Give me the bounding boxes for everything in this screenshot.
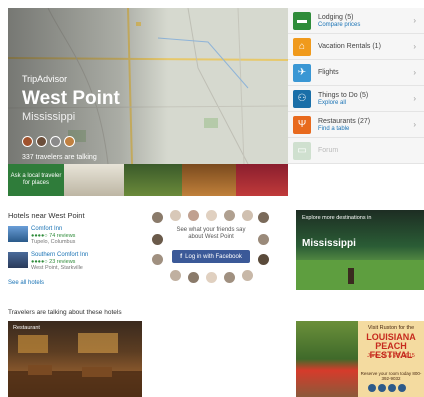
chevron-right-icon: › — [413, 68, 416, 77]
binoculars-icon: ⚇ — [293, 89, 311, 108]
hotel-name[interactable]: Comfort Inn — [31, 226, 62, 232]
chevron-right-icon: › — [413, 16, 416, 25]
menu-label: Vacation Rentals (1) — [318, 43, 381, 50]
traveler-avatars — [22, 136, 75, 147]
friend-avatar — [170, 270, 181, 281]
avatar[interactable] — [22, 136, 33, 147]
hotel-item[interactable]: Southern Comfort Inn ●●●●○ 23 reviews We… — [8, 252, 138, 274]
twitter-icon[interactable] — [378, 384, 386, 392]
category-menu: ▬ Lodging (5) Compare prices › ⌂ Vacation… — [288, 8, 424, 164]
menu-sublabel: Explore all — [318, 99, 347, 106]
menu-label: Forum — [318, 147, 339, 154]
menu-item-flights[interactable]: ✈ Flights › — [288, 60, 424, 86]
photo-tile[interactable] — [124, 164, 182, 196]
brand-label: TripAdvisor — [22, 74, 68, 84]
hotels-heading: Hotels near West Point — [8, 211, 85, 220]
photo-tile[interactable] — [64, 164, 124, 196]
menu-item-restaurants[interactable]: Ψ Restaurants (27) Find a table › — [288, 112, 424, 138]
menu-sublabel: Compare prices — [318, 21, 361, 28]
friend-avatar — [258, 234, 269, 245]
ad-grass — [296, 260, 424, 290]
talking-heading: Travelers are talking about these hotels — [8, 309, 122, 316]
friend-avatar — [224, 272, 235, 283]
avatar[interactable] — [50, 136, 61, 147]
page: TripAdvisor West Point Mississippi 337 t… — [0, 0, 424, 397]
friend-avatar — [224, 210, 235, 221]
hotel-thumbnail[interactable] — [8, 252, 28, 268]
menu-item-things-to-do[interactable]: ⚇ Things to Do (5) Explore all › — [288, 86, 424, 112]
facebook-button-label: Log in with Facebook — [185, 253, 242, 260]
instagram-icon[interactable] — [388, 384, 396, 392]
facebook-login-button[interactable]: f Log in with Facebook — [172, 250, 250, 263]
louisiana-festival-ad[interactable]: Visit Ruston for the LOUISIANA PEACH FES… — [296, 321, 424, 397]
facebook-icon: f — [180, 253, 183, 260]
avatar[interactable] — [36, 136, 47, 147]
state-subtitle: Mississippi — [22, 111, 76, 123]
friend-avatar — [152, 234, 163, 245]
hotel-name[interactable]: Southern Comfort Inn — [31, 252, 88, 258]
friend-avatar — [242, 210, 253, 221]
chevron-right-icon: › — [413, 120, 416, 129]
ad-person-figure — [348, 268, 354, 284]
hotel-location: Tupelo, Columbus — [31, 239, 76, 245]
friend-avatar — [258, 212, 269, 223]
avatar[interactable] — [64, 136, 75, 147]
hero-map[interactable]: TripAdvisor West Point Mississippi 337 t… — [8, 8, 288, 164]
travelers-count[interactable]: 337 travelers are talking — [22, 154, 97, 161]
forum-icon: ▭ — [293, 141, 311, 160]
city-title: West Point — [22, 88, 120, 109]
photo-strip: Ask a local traveler for places — [8, 164, 288, 196]
restaurant-photo[interactable]: Restaurant — [8, 321, 142, 397]
facebook-connect: See what your friends say about West Poi… — [150, 210, 270, 290]
mississippi-ad[interactable]: Explore more destinations in Mississippi — [296, 210, 424, 290]
menu-label: Flights — [318, 69, 339, 76]
facebook-message: See what your friends say about West Poi… — [176, 227, 246, 241]
house-icon: ⌂ — [293, 37, 311, 56]
friend-avatar — [152, 212, 163, 223]
menu-item-forum[interactable]: ▭ Forum — [288, 138, 424, 164]
ad-phone: Reserve your room today 800-392-9032 — [360, 371, 422, 381]
friend-avatar — [152, 254, 163, 265]
friend-avatar — [206, 272, 217, 283]
facebook-icon[interactable] — [368, 384, 376, 392]
ad-social-icons — [368, 384, 406, 392]
chevron-right-icon: › — [413, 94, 416, 103]
ad-top-text: Explore more destinations in — [302, 215, 372, 221]
ad-dates: June 26 & 27, 2015 — [367, 353, 415, 359]
menu-item-lodging[interactable]: ▬ Lodging (5) Compare prices › — [288, 8, 424, 34]
ad-destination: Mississippi — [302, 238, 356, 249]
hotel-thumbnail[interactable] — [8, 226, 28, 242]
menu-label: Lodging (5) — [318, 13, 354, 21]
plane-icon: ✈ — [293, 63, 311, 82]
ask-local-tile[interactable]: Ask a local traveler for places — [8, 164, 64, 196]
menu-item-vacation-rentals[interactable]: ⌂ Vacation Rentals (1) › — [288, 34, 424, 60]
photo-tile[interactable] — [236, 164, 288, 196]
see-all-hotels-link[interactable]: See all hotels — [8, 280, 44, 286]
fork-knife-icon: Ψ — [293, 115, 311, 134]
bed-icon: ▬ — [293, 11, 311, 30]
menu-label: Things to Do (5) — [318, 91, 369, 99]
ad-line-1: Visit Ruston for the — [367, 325, 415, 331]
friend-avatar — [258, 254, 269, 265]
hotel-item[interactable]: Comfort Inn ●●●●○ 74 reviews Tupelo, Col… — [8, 226, 138, 248]
menu-label: Restaurants (27) — [318, 117, 371, 125]
photo-tile[interactable] — [182, 164, 236, 196]
ad-photo — [296, 321, 358, 397]
friend-avatar — [188, 272, 199, 283]
menu-sublabel: Find a table — [318, 125, 350, 132]
friend-avatar — [170, 210, 181, 221]
friend-avatar — [242, 270, 253, 281]
web-icon[interactable] — [398, 384, 406, 392]
friend-avatar — [206, 210, 217, 221]
hotel-location: West Point, Starkville — [31, 265, 83, 271]
chevron-right-icon: › — [413, 42, 416, 51]
friend-avatar — [188, 210, 199, 221]
restaurant-graphic — [8, 333, 142, 397]
